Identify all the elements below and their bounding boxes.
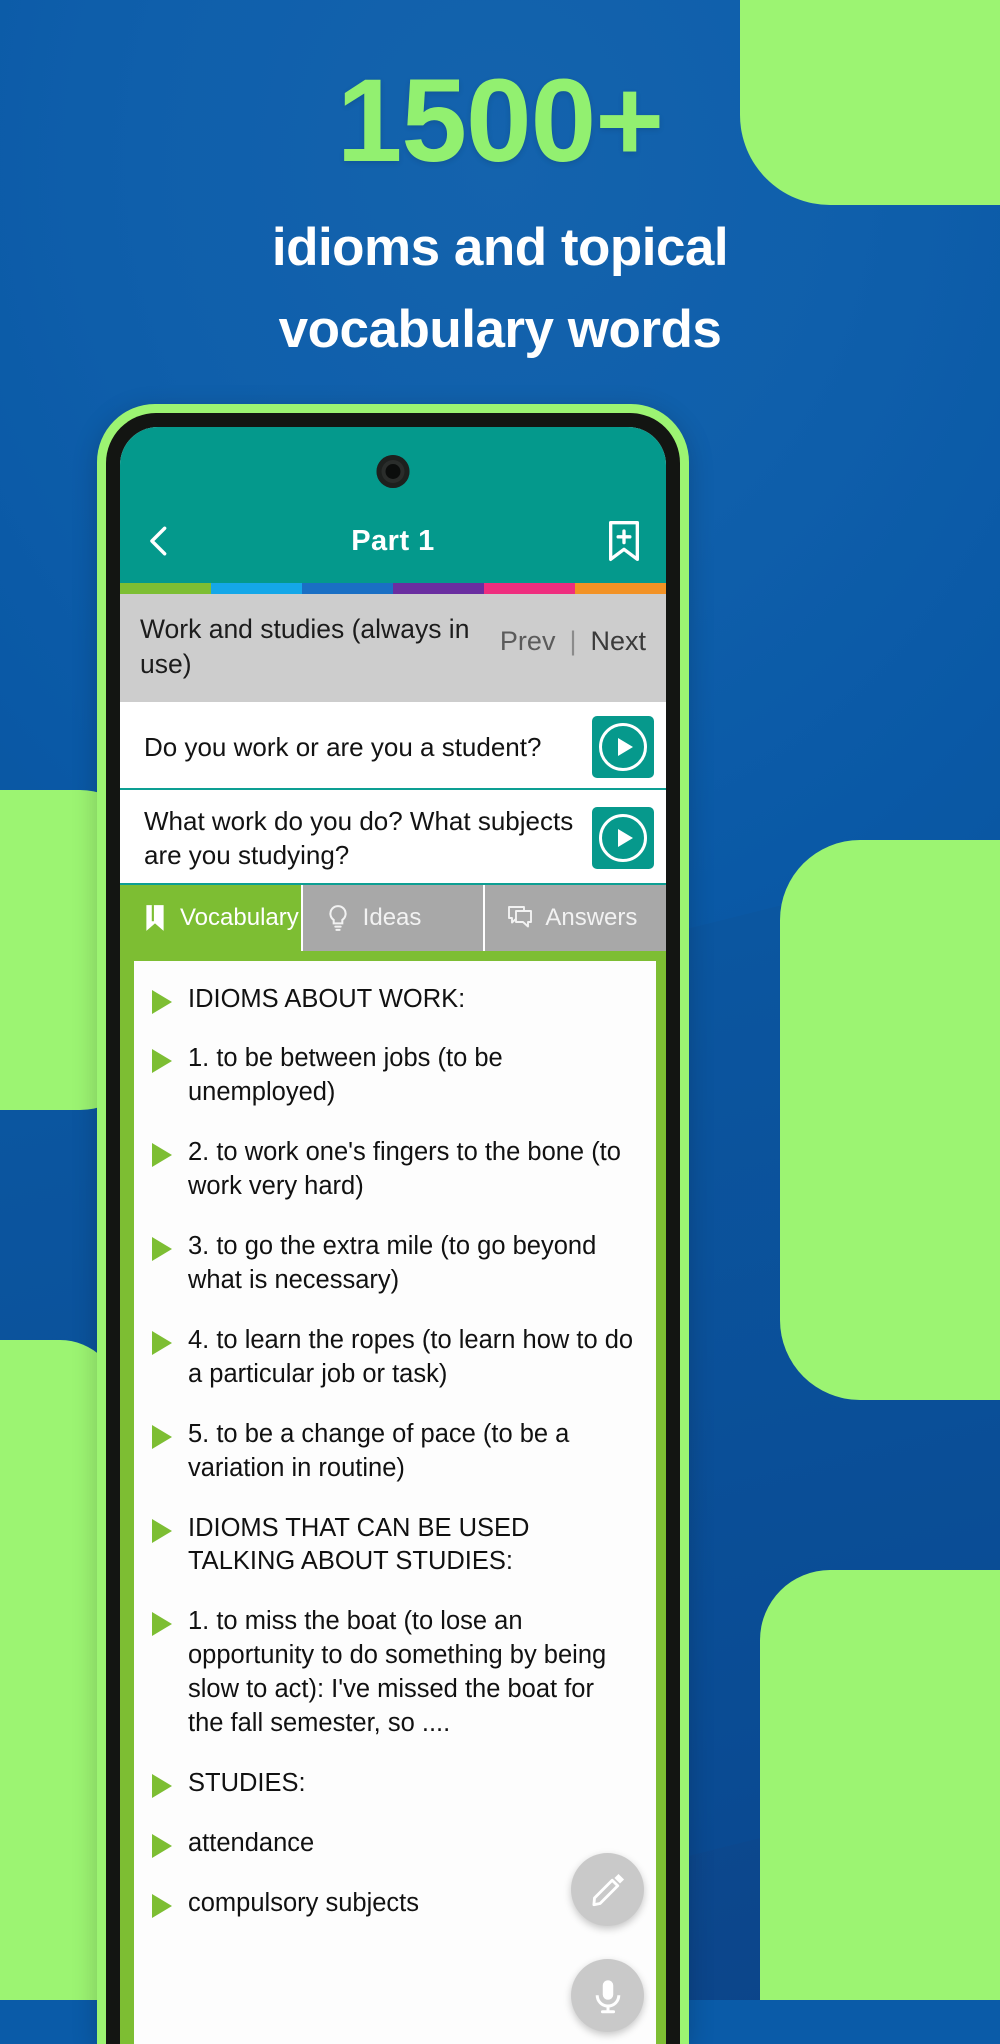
list-item-text: 5. to be a change of pace (to be a varia… <box>188 1419 570 1482</box>
edit-fab-button[interactable] <box>571 1853 644 1926</box>
pencil-icon <box>591 1873 624 1906</box>
list-item-text: IDIOMS ABOUT WORK: <box>188 984 466 1013</box>
tab-label: Vocabulary <box>180 903 299 931</box>
triangle-bullet-icon <box>152 1330 172 1355</box>
tab-content-panel: IDIOMS ABOUT WORK: 1. to be between jobs… <box>120 950 666 2044</box>
tab-ideas[interactable]: Ideas <box>302 884 486 951</box>
next-button[interactable]: Next <box>590 626 646 657</box>
question-text: Do you work or are you a student? <box>144 731 542 762</box>
list-item: STUDIES: <box>152 1767 634 1801</box>
stripe-6 <box>575 583 666 594</box>
list-item: IDIOMS THAT CAN BE USED TALKING ABOUT ST… <box>152 1512 634 1580</box>
list-item: 1. to be between jobs (to be unemployed) <box>152 1042 634 1110</box>
tab-label: Ideas <box>362 903 422 931</box>
triangle-bullet-icon <box>152 1833 172 1858</box>
question-text: What work do you do? What subjects are y… <box>144 805 574 871</box>
list-item: IDIOMS ABOUT WORK: <box>152 983 634 1017</box>
topic-bar: Work and studies (always in use) Prev | … <box>120 594 666 702</box>
list-item: compulsory subjects <box>152 1887 634 1921</box>
question-row[interactable]: What work do you do? What subjects are y… <box>120 790 666 885</box>
stripe-5 <box>484 583 575 594</box>
decorative-shape-bottom-right <box>760 1570 1000 2000</box>
headline-subtitle-line2: vocabulary words <box>278 299 722 359</box>
category-stripe-bar <box>120 583 666 594</box>
app-bar: Part 1 <box>120 499 666 583</box>
question-row[interactable]: Do you work or are you a student? <box>120 702 666 790</box>
book-icon <box>146 904 164 931</box>
play-circle-icon <box>599 814 647 863</box>
triangle-bullet-icon <box>152 1049 172 1074</box>
headline-count: 1500+ <box>336 55 664 187</box>
list-item: 2. to work one's fingers to the bone (to… <box>152 1136 634 1204</box>
chat-bubbles-icon <box>508 905 533 928</box>
record-fab-button[interactable] <box>571 1959 644 2032</box>
tab-label: Answers <box>545 903 638 931</box>
list-item-text: 1. to miss the boat (to lose an opportun… <box>188 1607 607 1738</box>
stripe-1 <box>120 583 211 594</box>
topic-title: Work and studies (always in use) <box>140 614 470 679</box>
tab-answers[interactable]: Answers <box>485 884 666 951</box>
list-item-text: 4. to learn the ropes (to learn how to d… <box>188 1325 634 1388</box>
bookmark-add-icon <box>609 521 639 561</box>
triangle-bullet-icon <box>152 1424 172 1449</box>
list-item: 1. to miss the boat (to lose an opportun… <box>152 1605 634 1741</box>
nav-separator: | <box>569 626 577 656</box>
tab-vocabulary[interactable]: Vocabulary <box>120 884 303 951</box>
phone-mockup: Part 1 Work and studies (always in use) … <box>97 404 689 2044</box>
chevron-left-icon <box>150 526 167 556</box>
list-item-text: 1. to be between jobs (to be unemployed) <box>188 1044 503 1107</box>
front-camera-icon <box>376 455 410 488</box>
triangle-bullet-icon <box>152 1612 172 1637</box>
microphone-icon <box>595 1979 620 2013</box>
play-circle-icon <box>599 722 647 771</box>
triangle-bullet-icon <box>152 1143 172 1168</box>
list-item-text: 3. to go the extra mile (to go beyond wh… <box>188 1232 597 1294</box>
decorative-shape-right-middle <box>780 840 1000 1400</box>
list-item: 3. to go the extra mile (to go beyond wh… <box>152 1230 634 1298</box>
bookmark-button[interactable] <box>604 519 644 563</box>
status-bar <box>120 427 666 499</box>
phone-bezel: Part 1 Work and studies (always in use) … <box>106 413 680 2044</box>
stripe-2 <box>211 583 302 594</box>
list-item: 5. to be a change of pace (to be a varia… <box>152 1418 634 1486</box>
list-item-text: IDIOMS THAT CAN BE USED TALKING ABOUT ST… <box>188 1513 530 1576</box>
triangle-bullet-icon <box>152 989 172 1014</box>
list-item-text: STUDIES: <box>188 1768 306 1797</box>
triangle-bullet-icon <box>152 1518 172 1543</box>
tab-bar: Vocabulary Ideas Answers <box>120 884 666 951</box>
list-item-text: attendance <box>188 1828 315 1857</box>
topic-navigation: Prev | Next <box>500 612 646 657</box>
page-title: Part 1 <box>351 524 435 557</box>
back-button[interactable] <box>142 521 176 561</box>
triangle-bullet-icon <box>152 1773 172 1798</box>
phone-screen: Part 1 Work and studies (always in use) … <box>120 427 666 2044</box>
lightbulb-icon <box>329 904 347 931</box>
list-item: attendance <box>152 1827 634 1861</box>
stripe-4 <box>393 583 484 594</box>
triangle-bullet-icon <box>152 1893 172 1918</box>
play-audio-button[interactable] <box>592 715 654 778</box>
question-list: Do you work or are you a student? What w… <box>120 701 666 885</box>
headline-subtitle-line1: idioms and topical <box>271 218 729 277</box>
list-item: 4. to learn the ropes (to learn how to d… <box>152 1324 634 1392</box>
promo-headline: 1500+ idioms and topical vocabulary word… <box>0 0 1000 364</box>
triangle-bullet-icon <box>152 1237 172 1262</box>
list-item-text: compulsory subjects <box>188 1888 420 1917</box>
list-item-text: 2. to work one's fingers to the bone (to… <box>188 1138 621 1201</box>
stripe-3 <box>302 583 393 594</box>
play-audio-button[interactable] <box>592 807 654 870</box>
prev-button[interactable]: Prev <box>500 626 556 657</box>
